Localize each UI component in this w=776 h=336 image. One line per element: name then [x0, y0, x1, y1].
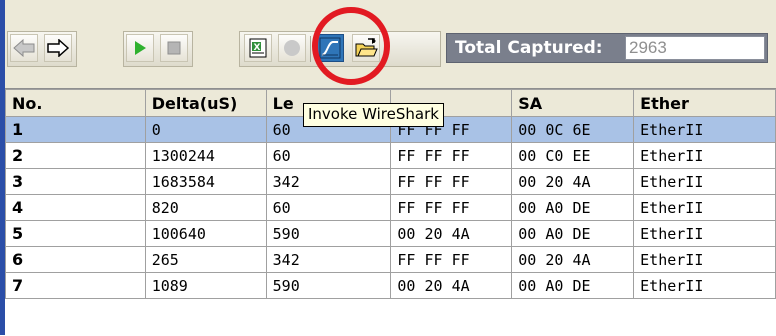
start-capture-button[interactable]: [126, 34, 154, 62]
open-folder-icon: [355, 38, 378, 57]
stop-capture-button[interactable]: [160, 34, 188, 62]
total-captured-label: Total Captured:: [455, 38, 603, 58]
table-row[interactable]: 4 820 60 FF FF FF 00 A0 DE EtherII: [5, 194, 776, 221]
cell-delta: 820: [144, 194, 267, 221]
total-captured-value: 2963: [625, 36, 765, 60]
cell-no: 7: [5, 272, 146, 299]
cell-ether: EtherII: [633, 194, 776, 221]
cell-sa: 00 A0 DE: [511, 194, 635, 221]
wireshark-tooltip: Invoke WireShark: [303, 103, 444, 127]
excel-export-icon: X: [249, 38, 267, 58]
cell-no: 3: [5, 168, 146, 195]
cell-delta: 1089: [144, 272, 267, 299]
wireshark-icon: [319, 37, 341, 59]
invoke-wireshark-button[interactable]: [316, 34, 344, 62]
cell-da: FF FF FF: [390, 168, 513, 195]
table-row[interactable]: 5 100640 590 00 20 4A 00 A0 DE EtherII: [5, 220, 776, 247]
cell-sa: 00 C0 EE: [511, 142, 635, 169]
cell-length: 342: [265, 246, 392, 273]
cell-delta: 100640: [144, 220, 267, 247]
capture-control-group: [123, 31, 193, 67]
cell-delta: 265: [144, 246, 267, 273]
cell-da: FF FF FF: [390, 142, 513, 169]
cell-no: 6: [5, 246, 146, 273]
play-icon: [135, 41, 146, 55]
column-header-ether[interactable]: Ether: [633, 89, 776, 117]
total-captured-panel: Total Captured: 2963: [446, 33, 768, 63]
cell-sa: 00 0C 6E: [511, 116, 635, 143]
cell-ether: EtherII: [633, 168, 776, 195]
cell-no: 2: [5, 142, 146, 169]
cell-ether: EtherII: [633, 272, 776, 299]
table-row[interactable]: 6 265 342 FF FF FF 00 20 4A EtherII: [5, 246, 776, 273]
back-button[interactable]: [10, 34, 38, 62]
cell-length: 60: [265, 142, 392, 169]
back-arrow-icon: [13, 39, 35, 57]
tools-button-group: X: [239, 31, 441, 67]
cell-sa: 00 A0 DE: [511, 272, 635, 299]
cell-sa: 00 A0 DE: [511, 220, 635, 247]
toolbar: X Total Captured: 2963: [5, 0, 776, 88]
cell-no: 4: [5, 194, 146, 221]
cell-ether: EtherII: [633, 246, 776, 273]
nav-button-group: [7, 31, 77, 67]
record-button[interactable]: [278, 34, 306, 62]
cell-no: 5: [5, 220, 146, 247]
cell-ether: EtherII: [633, 142, 776, 169]
cell-length: 590: [265, 272, 392, 299]
export-excel-button[interactable]: X: [244, 34, 272, 62]
cell-delta: 0: [144, 116, 267, 143]
cell-no: 1: [5, 116, 146, 143]
cell-length: 342: [265, 168, 392, 195]
cell-length: 590: [265, 220, 392, 247]
stop-icon: [167, 41, 181, 55]
forward-button[interactable]: [44, 34, 72, 62]
toolbar-separator: [310, 36, 311, 62]
table-row[interactable]: 7 1089 590 00 20 4A 00 A0 DE EtherII: [5, 272, 776, 299]
cell-da: 00 20 4A: [390, 220, 513, 247]
column-header-delta[interactable]: Delta(uS): [144, 89, 267, 117]
cell-da: 00 20 4A: [390, 272, 513, 299]
forward-arrow-icon: [47, 39, 69, 57]
cell-ether: EtherII: [633, 220, 776, 247]
cell-sa: 00 20 4A: [511, 246, 635, 273]
cell-ether: EtherII: [633, 116, 776, 143]
svg-text:X: X: [254, 43, 261, 53]
column-header-sa[interactable]: SA: [511, 89, 635, 117]
cell-sa: 00 20 4A: [511, 168, 635, 195]
capture-window: X Total Captured: 2963 No. Delta(uS) Le …: [0, 0, 776, 336]
table-row[interactable]: 3 1683584 342 FF FF FF 00 20 4A EtherII: [5, 168, 776, 195]
cell-delta: 1300244: [144, 142, 267, 169]
column-header-no[interactable]: No.: [5, 89, 146, 117]
cell-da: FF FF FF: [390, 194, 513, 221]
open-file-button[interactable]: [352, 34, 380, 62]
record-icon: [284, 40, 300, 56]
cell-da: FF FF FF: [390, 246, 513, 273]
cell-length: 60: [265, 194, 392, 221]
table-row[interactable]: 2 1300244 60 FF FF FF 00 C0 EE EtherII: [5, 142, 776, 169]
cell-delta: 1683584: [144, 168, 267, 195]
